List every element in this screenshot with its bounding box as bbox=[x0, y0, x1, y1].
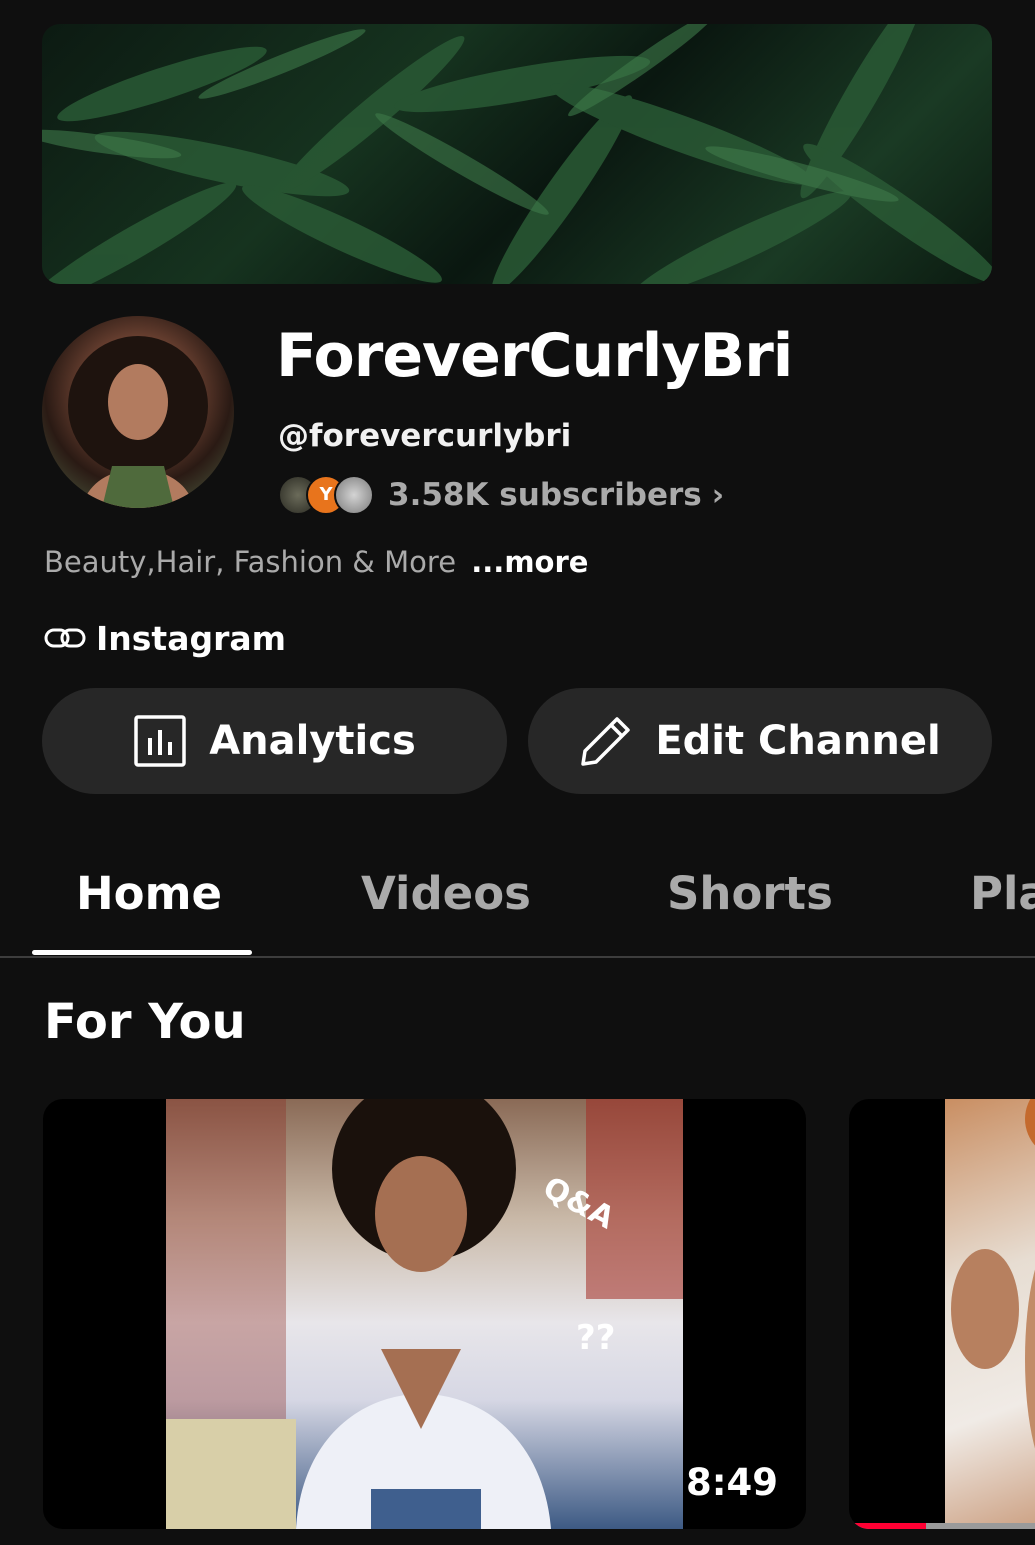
watch-progress-track bbox=[849, 1523, 1035, 1529]
link-icon bbox=[44, 628, 86, 648]
video-thumbnail bbox=[945, 1099, 1035, 1529]
tab-playlists[interactable]: Pla bbox=[970, 864, 1035, 924]
channel-banner bbox=[42, 24, 992, 284]
active-tab-indicator bbox=[32, 950, 252, 955]
channel-description[interactable]: Beauty,Hair, Fashion & More ...more bbox=[44, 540, 588, 584]
instagram-link[interactable]: Instagram bbox=[44, 616, 286, 660]
link-label: Instagram bbox=[96, 618, 287, 658]
tab-shorts[interactable]: Shorts bbox=[667, 864, 833, 924]
channel-name: ForeverCurlyBri bbox=[276, 321, 793, 391]
watch-progress-fill bbox=[849, 1523, 926, 1529]
edit-channel-label: Edit Channel bbox=[655, 718, 941, 764]
thumbnail-image: Q&A ?? bbox=[166, 1099, 683, 1529]
svg-text:??: ?? bbox=[576, 1318, 615, 1358]
analytics-button[interactable]: Analytics bbox=[42, 688, 507, 794]
video-thumbnail: Q&A ?? bbox=[166, 1099, 683, 1529]
tab-home[interactable]: Home bbox=[76, 864, 222, 924]
chevron-right-icon: › bbox=[711, 477, 725, 513]
banner-leaves-image bbox=[42, 24, 992, 284]
analytics-icon bbox=[134, 715, 186, 767]
thumbnail-image bbox=[951, 1099, 1035, 1449]
video-card[interactable] bbox=[849, 1099, 1035, 1529]
avatar-portrait bbox=[68, 336, 208, 508]
channel-tabs: Home Videos Shorts Pla bbox=[0, 840, 1035, 958]
analytics-label: Analytics bbox=[209, 718, 416, 764]
video-duration: 8:49 bbox=[685, 1461, 778, 1504]
edit-channel-button[interactable]: Edit Channel bbox=[528, 688, 992, 794]
subscriber-avatars: Y bbox=[278, 473, 376, 517]
channel-avatar[interactable] bbox=[42, 316, 234, 508]
description-text: Beauty,Hair, Fashion & More bbox=[44, 545, 457, 579]
section-title: For You bbox=[44, 994, 246, 1050]
subscriber-avatar bbox=[334, 475, 374, 515]
channel-handle: @forevercurlybri bbox=[278, 418, 572, 454]
subscriber-count: 3.58K subscribers bbox=[388, 477, 702, 513]
subscribers-row[interactable]: Y 3.58K subscribers › bbox=[278, 472, 724, 518]
tab-videos[interactable]: Videos bbox=[361, 864, 531, 924]
pencil-icon bbox=[581, 717, 631, 766]
video-card[interactable]: Q&A ?? 8:49 bbox=[43, 1099, 806, 1529]
more-link[interactable]: ...more bbox=[471, 545, 588, 579]
